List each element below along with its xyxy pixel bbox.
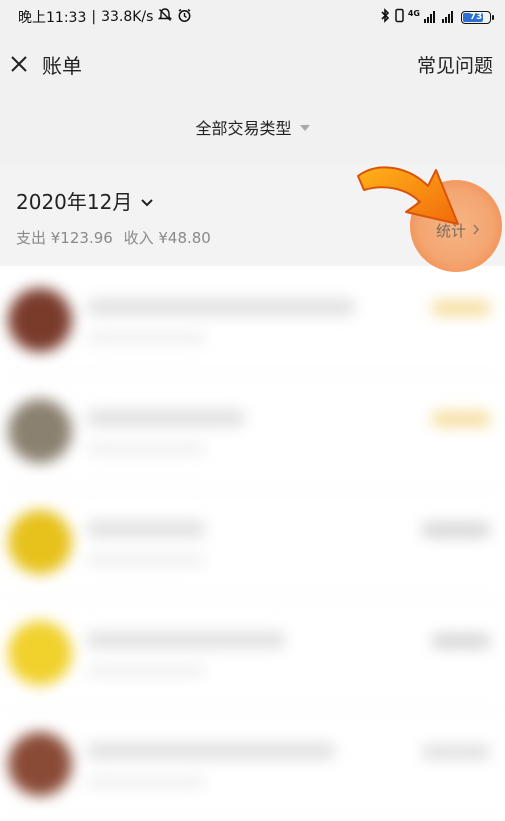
month-label: 2020年12月: [16, 190, 133, 214]
transaction-row[interactable]: [0, 599, 505, 710]
transaction-title: [86, 742, 336, 760]
transaction-time: [86, 332, 206, 344]
close-icon[interactable]: [6, 51, 32, 77]
transaction-row[interactable]: [0, 377, 505, 488]
transaction-amount: [421, 744, 491, 760]
status-time: 晚上11:33: [18, 10, 87, 26]
status-bar: 晚上11:33 | 33.8K/s 4G 73: [0, 0, 505, 34]
nav-bar: 账单 常见问题: [0, 38, 505, 90]
transaction-title: [86, 409, 246, 427]
bluetooth-icon: [380, 7, 391, 27]
merchant-avatar: [8, 510, 72, 574]
battery-icon: 73: [461, 10, 494, 24]
network-type-label: 4G: [407, 9, 420, 18]
transaction-row[interactable]: [0, 710, 505, 821]
alarm-icon: [177, 8, 192, 27]
chevron-down-icon: [140, 189, 154, 213]
status-left: 晚上11:33 | 33.8K/s: [18, 7, 192, 27]
month-selector[interactable]: 2020年12月: [16, 186, 154, 215]
income-total: 收入 ¥48.80: [123, 229, 211, 247]
signal-2-icon: [442, 11, 453, 23]
chevron-right-icon: [472, 222, 480, 240]
transaction-row[interactable]: [0, 488, 505, 599]
expense-total: 支出 ¥123.96: [16, 229, 113, 247]
vibrate-icon: [395, 8, 404, 27]
signal-1-icon: [424, 11, 435, 23]
transaction-amount: [431, 300, 491, 316]
battery-level: 73: [469, 12, 483, 22]
transaction-title: [86, 298, 356, 316]
status-speed: 33.8K/s: [101, 9, 154, 25]
page-title: 账单: [42, 53, 82, 78]
mute-icon: [158, 8, 173, 26]
pointer-arrow-icon: [357, 166, 459, 225]
transaction-row[interactable]: [0, 266, 505, 377]
transaction-amount: [431, 633, 491, 649]
transaction-title: [86, 520, 206, 538]
transaction-type-filter[interactable]: 全部交易类型: [0, 108, 505, 146]
transaction-time: [86, 554, 206, 566]
merchant-avatar: [8, 621, 72, 685]
transaction-time: [86, 776, 206, 788]
status-right: 4G 73: [380, 7, 494, 27]
faq-link[interactable]: 常见问题: [417, 51, 493, 78]
caret-down-icon: [299, 125, 310, 131]
transaction-list: [0, 266, 505, 821]
transaction-amount: [421, 522, 491, 538]
transaction-time: [86, 665, 206, 677]
transaction-time: [86, 443, 206, 455]
month-summary: 支出 ¥123.96 收入 ¥48.80: [16, 227, 217, 248]
nav-left: 账单: [6, 50, 82, 79]
merchant-avatar: [8, 288, 72, 352]
status-separator: |: [91, 9, 97, 25]
transaction-title: [86, 631, 286, 649]
merchant-avatar: [8, 399, 72, 463]
transaction-amount: [431, 411, 491, 427]
filter-label: 全部交易类型: [195, 119, 292, 138]
merchant-avatar: [8, 732, 72, 796]
